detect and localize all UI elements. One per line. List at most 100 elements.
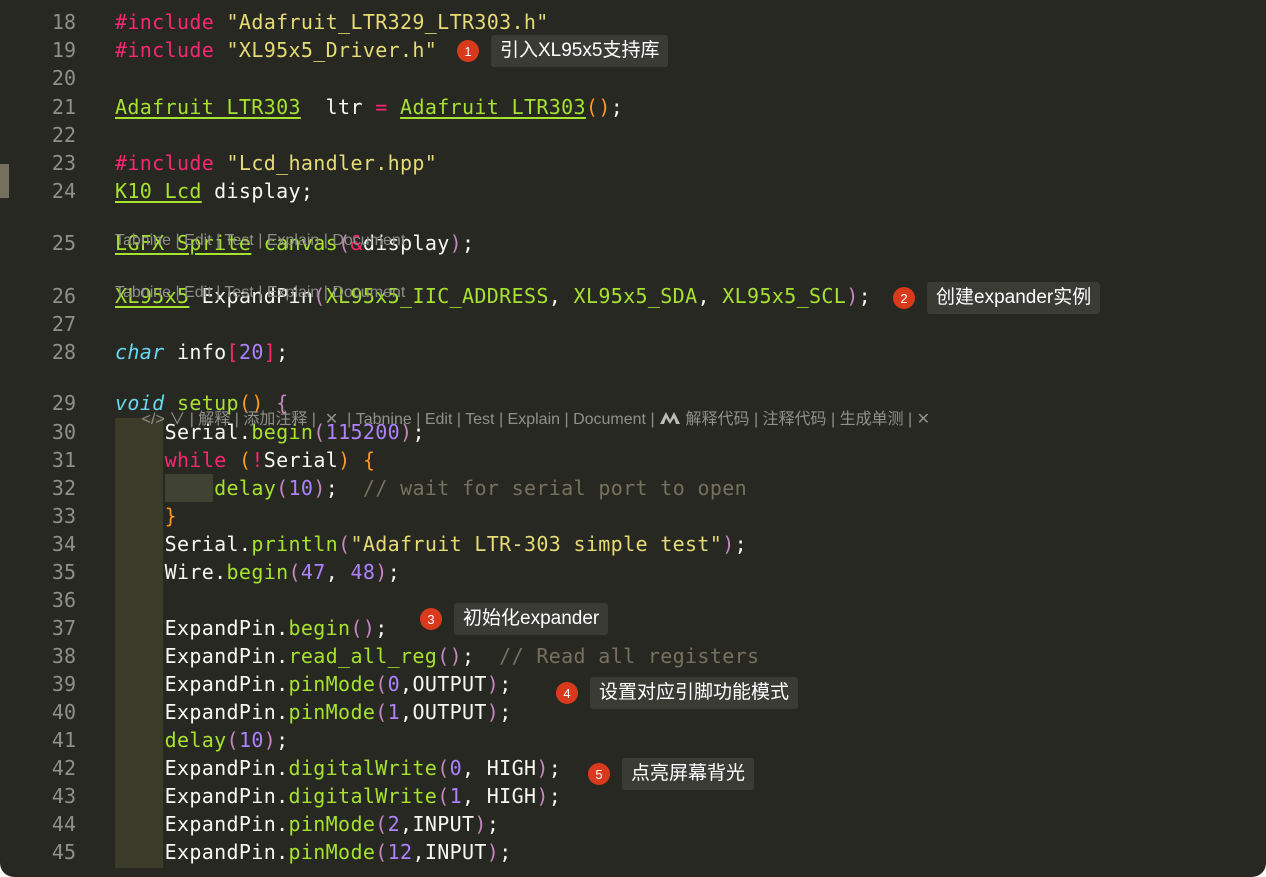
code-token: ,INPUT <box>412 840 487 864</box>
code-line[interactable]: 45 ExpandPin.pinMode(12,INPUT); <box>0 838 1266 866</box>
code-token: info <box>164 340 227 364</box>
code-token: ( <box>375 672 388 696</box>
code-token: ; <box>276 340 289 364</box>
code-token: ; <box>499 672 512 696</box>
code-line[interactable]: 41 delay(10); <box>0 726 1266 754</box>
line-code[interactable]: ExpandPin.begin(); <box>115 614 388 642</box>
code-token: ( <box>437 756 450 780</box>
code-line[interactable]: 24 K10_Lcd display; <box>0 177 1266 205</box>
code-token: ) <box>313 476 326 500</box>
code-token: ) <box>846 284 859 308</box>
code-editor[interactable]: 18 #include "Adafruit_LTR329_LTR303.h" 19 #… <box>0 0 1266 877</box>
codelens-text[interactable]: Tabnine | Edit | Test | Explain | Docume… <box>115 230 405 252</box>
code-line[interactable]: 21 Adafruit_LTR303 ltr = Adafruit_LTR303(… <box>0 93 1266 121</box>
codelens-tabnine[interactable]: Tabnine | Edit | Test | Explain | Docume… <box>0 208 1266 249</box>
line-code[interactable]: ExpandPin.pinMode(12,INPUT); <box>115 838 512 866</box>
line-code[interactable]: char info[20]; <box>115 338 289 366</box>
code-token: ) <box>536 784 549 808</box>
codelens-setup[interactable]: </> ∨ | 解释 | 添加注释 | ✕ | Tabnine | Edit |… <box>0 365 1266 428</box>
annotation-2: 2 创建expander实例 <box>893 282 1101 314</box>
code-token: "Lcd_handler.hpp" <box>226 151 438 175</box>
code-token: () <box>437 644 462 668</box>
codelens-suffix[interactable]: 解释代码 | 注释代码 | 生成单测 | ✕ <box>681 411 930 428</box>
code-line[interactable]: 36 <box>0 586 1266 614</box>
code-line[interactable]: 33 } <box>0 502 1266 530</box>
line-code[interactable]: delay(10); <box>115 726 289 754</box>
line-code[interactable]: ExpandPin.digitalWrite(1, HIGH); <box>115 782 561 810</box>
code-token: 48 <box>350 560 376 584</box>
code-token: ; <box>276 728 289 752</box>
code-token: Serial. <box>115 532 252 556</box>
code-token: } <box>164 504 177 528</box>
code-token: // wait for serial port to open <box>362 476 748 500</box>
code-line[interactable]: 34 Serial.println("Adafruit LTR-303 simp… <box>0 530 1266 558</box>
code-token: , HIGH <box>462 784 537 808</box>
line-code[interactable]: ExpandPin.pinMode(0,OUTPUT); <box>115 670 512 698</box>
code-line[interactable]: 18 #include "Adafruit_LTR329_LTR303.h" <box>0 8 1266 36</box>
code-line[interactable]: 20 <box>0 64 1266 92</box>
code-token: XL95x5_SCL <box>722 284 847 308</box>
code-token: ( <box>338 532 351 556</box>
line-number: 43 <box>51 784 76 808</box>
line-number: 33 <box>51 504 76 528</box>
line-code[interactable]: #include "XL95x5_Driver.h" <box>115 36 437 64</box>
code-token: ) <box>722 532 735 556</box>
annotation-text: 点亮屏幕背光 <box>622 758 755 790</box>
code-token: 10 <box>288 476 314 500</box>
code-token: ) <box>486 700 500 724</box>
code-line[interactable]: 22 <box>0 121 1266 149</box>
line-code[interactable]: ExpandPin.read_all_reg(); // Read all re… <box>115 642 759 670</box>
line-number: 23 <box>51 151 76 175</box>
code-token: ; <box>858 284 871 308</box>
code-token: XL95x5_SDA <box>573 284 698 308</box>
line-code[interactable]: ExpandPin.pinMode(2,INPUT); <box>115 810 499 838</box>
code-line[interactable]: 44 ExpandPin.pinMode(2,INPUT); <box>0 810 1266 838</box>
code-token: ExpandPin. <box>115 784 289 808</box>
code-token: ; <box>548 756 562 780</box>
code-token: // Read all registers <box>499 644 760 668</box>
code-token: "Adafruit_LTR329_LTR303.h" <box>226 10 549 34</box>
codelens-setup-text[interactable]: </> ∨ | 解释 | 添加注释 | ✕ | Tabnine | Edit |… <box>115 387 930 453</box>
code-token: pinMode <box>288 840 376 864</box>
line-number: 21 <box>51 95 76 119</box>
code-token: ExpandPin. <box>115 812 289 836</box>
line-code[interactable]: Serial.println("Adafruit LTR-303 simple … <box>115 530 747 558</box>
code-token: , <box>548 284 574 308</box>
line-code[interactable]: ExpandPin.digitalWrite(0, HIGH); <box>115 754 561 782</box>
code-token: ) <box>486 840 500 864</box>
code-token: display; <box>201 179 314 203</box>
code-line[interactable]: 27 <box>0 310 1266 338</box>
line-number: 36 <box>51 588 76 612</box>
code-token: 12 <box>387 840 413 864</box>
code-token: ) <box>263 728 277 752</box>
code-line[interactable]: 37 ExpandPin.begin(); <box>0 614 1266 642</box>
line-code[interactable]: ExpandPin.pinMode(1,OUTPUT); <box>115 698 512 726</box>
code-line[interactable]: 23 #include "Lcd_handler.hpp" <box>0 149 1266 177</box>
code-token: 0 <box>387 672 401 696</box>
annotation-5: 5 点亮屏幕背光 <box>588 758 755 790</box>
line-code[interactable]: #include "Adafruit_LTR329_LTR303.h" <box>115 8 549 36</box>
code-token: Wire. <box>115 560 227 584</box>
code-token: ( <box>276 476 289 500</box>
code-token: begin <box>226 560 289 584</box>
codelens-text[interactable]: Tabnine | Edit | Test | Explain | Docume… <box>115 282 405 304</box>
line-number: 41 <box>51 728 76 752</box>
codelens-prefix[interactable]: </> ∨ | 解释 | 添加注释 | ✕ | Tabnine | Edit |… <box>142 411 659 428</box>
codelens-tabnine[interactable]: Tabnine | Edit | Test | Explain | Docume… <box>0 260 1266 301</box>
code-line[interactable]: 32 delay(10); // wait for serial port to… <box>0 474 1266 502</box>
line-code[interactable]: delay(10); // wait for serial port to op… <box>115 474 747 502</box>
code-token: ; <box>499 700 512 724</box>
line-number: 45 <box>51 840 76 864</box>
line-code[interactable]: Wire.begin(47, 48); <box>115 558 400 586</box>
annotation-3: 3 初始化expander <box>420 603 609 635</box>
code-token: digitalWrite <box>288 756 438 780</box>
line-code[interactable]: } <box>115 502 177 530</box>
line-code[interactable]: #include "Lcd_handler.hpp" <box>115 149 437 177</box>
ai-assistant-icon[interactable] <box>659 411 681 425</box>
line-code[interactable]: K10_Lcd display; <box>115 177 313 205</box>
code-line[interactable]: 35 Wire.begin(47, 48); <box>0 558 1266 586</box>
line-code[interactable]: Adafruit_LTR303 ltr = Adafruit_LTR303(); <box>115 93 623 121</box>
code-line[interactable]: 28 char info[20]; <box>0 338 1266 366</box>
annotation-badge: 1 <box>457 40 479 62</box>
code-line[interactable]: 38 ExpandPin.read_all_reg(); // Read all… <box>0 642 1266 670</box>
